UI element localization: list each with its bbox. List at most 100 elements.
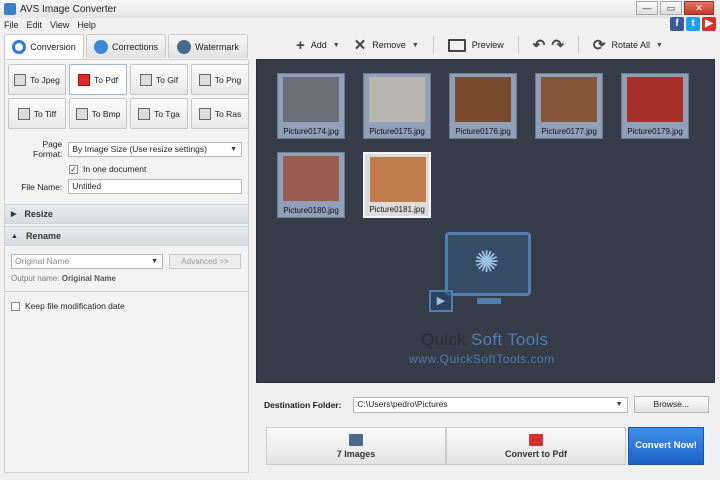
advanced-button[interactable]: Advanced >> [169,254,241,269]
window-controls: — ▭ ✕ [636,1,714,15]
image-thumbnail[interactable]: Picture0179.jpg [621,73,689,139]
rename-section-header[interactable]: ▲ Rename [5,226,248,246]
menu-help[interactable]: Help [77,20,96,30]
chevron-down-icon: ▼ [230,145,237,153]
close-button[interactable]: ✕ [684,1,714,15]
thumbnail-image [369,77,425,122]
format-png-button[interactable]: To Png [191,64,249,95]
thumbnail-caption: Picture0180.jpg [283,206,339,215]
rotate-right-icon[interactable]: ↷ [551,38,564,53]
chevron-down-icon[interactable]: ▼ [412,42,419,49]
tiff-icon [17,107,30,120]
format-gif-button[interactable]: To Gif [130,64,188,95]
image-thumbnail[interactable]: Picture0175.jpg [363,73,431,139]
youtube-icon[interactable]: ▶ [702,17,716,31]
rotate-all-icon: ⟳ [592,36,606,54]
thumbnail-image [455,77,511,122]
thumbnail-image [370,157,426,202]
destination-label: Destination Folder: [264,399,342,410]
settings-panel: To Jpeg To Pdf To Gif To Png To Tiff To … [4,59,249,473]
chevron-down-icon[interactable]: ▼ [333,42,340,49]
remove-icon: ✕ [353,36,367,54]
file-name-input[interactable]: Untitled [68,179,242,194]
pdf-icon [77,73,90,86]
one-document-label: In one document [83,164,147,174]
rename-row: Original Name ▼ Advanced >> [5,254,248,269]
conversion-icon [12,40,27,54]
menu-edit[interactable]: Edit [27,20,43,30]
watermark-name: Quick Soft Tools [421,330,549,349]
thumbnail-image [541,77,597,122]
browse-button[interactable]: Browse... [633,396,709,413]
brain-icon: ✺ [474,246,500,279]
rotate-left-icon[interactable]: ↶ [533,38,546,53]
one-document-checkbox[interactable]: ✓ [69,164,78,174]
add-button[interactable]: + Add ▼ [296,38,340,53]
image-thumbnail[interactable]: Picture0180.jpg [277,152,345,218]
format-bmp-button[interactable]: To Bmp [69,98,127,129]
rotate-all-button[interactable]: ⟳ Rotate All ▼ [593,38,663,53]
rename-select[interactable]: Original Name ▼ [11,254,163,269]
destination-path-select[interactable]: C:\Users\pedro\Pictures ▼ [353,396,628,413]
keep-date-row: Keep file modification date [5,301,248,311]
format-jpeg-button[interactable]: To Jpeg [8,64,66,95]
format-tiff-button[interactable]: To Tiff [8,98,66,129]
main-tabs: Conversion Corrections Watermark [4,34,248,59]
tab-watermark[interactable]: Watermark [168,34,248,58]
thumbnail-caption: Picture0175.jpg [369,127,425,136]
facebook-icon[interactable]: f [670,17,684,31]
format-tga-button[interactable]: To Tga [130,98,188,129]
watermark-logo: ✺ ▶ Quick Soft Tools www.QuickSoftTools.… [407,232,607,372]
toolbar: + Add ▼ ✕ Remove ▼ Preview ↶ ↷ ⟳ Rotate … [296,34,663,56]
image-thumbnail[interactable]: Picture0177.jpg [535,73,603,139]
format-ras-button[interactable]: To Ras [191,98,249,129]
rotate-buttons: ↶ ↷ [533,38,564,53]
plus-icon: + [296,36,305,54]
tab-conversion[interactable]: Conversion [4,34,84,59]
tab-corrections[interactable]: Corrections [86,34,166,58]
divider [5,291,248,292]
chevron-down-icon: ▼ [151,258,158,265]
page-format-select[interactable]: By Image Size (Use resize settings) ▼ [68,141,242,157]
twitter-icon[interactable]: t [686,17,700,31]
chevron-down-icon: ▼ [615,400,623,408]
chevron-down-icon: ▲ [11,232,18,240]
thumbnail-caption: Picture0176.jpg [455,127,511,136]
image-gallery: Picture0174.jpg Picture0175.jpg Picture0… [256,59,715,383]
image-thumbnail-selected[interactable]: Picture0181.jpg [363,152,431,218]
menu-view[interactable]: View [50,20,69,30]
preview-button[interactable]: Preview [447,38,504,52]
remove-button[interactable]: ✕ Remove ▼ [354,38,419,53]
monitor-icon [447,38,466,52]
app-icon [4,3,16,15]
image-thumbnail[interactable]: Picture0174.jpg [277,73,345,139]
monitor-stand [477,298,501,304]
keep-date-checkbox[interactable] [11,301,20,311]
star-icon [93,39,108,54]
resize-section-header[interactable]: ▶ Resize [5,204,248,224]
destination-row: Destination Folder: C:\Users\pedro\Pictu… [256,390,715,413]
one-document-row: ✓ In one document [5,164,248,174]
convert-now-button[interactable]: Convert Now! [628,427,704,465]
jpeg-icon [14,73,27,86]
chevron-down-icon[interactable]: ▼ [656,42,663,49]
toolbar-divider [517,36,519,54]
minimize-button[interactable]: — [636,1,658,15]
thumbnail-caption: Picture0179.jpg [627,127,683,136]
thumbnail-image [283,156,339,201]
toolbar-divider [577,36,579,54]
maximize-button[interactable]: ▭ [660,1,682,15]
bmp-icon [75,107,88,120]
pdf-icon [529,433,543,446]
menu-bar: File Edit View Help [0,18,720,32]
output-name-label: Output name: [11,274,60,283]
file-name-row: File Name: Untitled [5,179,248,194]
monitor-icon: ✺ [445,232,531,296]
output-area: Destination Folder: C:\Users\pedro\Pictu… [256,390,715,474]
png-icon [198,73,211,86]
thumbnail-caption: Picture0174.jpg [283,127,339,136]
title-bar: AVS Image Converter — ▭ ✕ [0,0,720,18]
format-pdf-button[interactable]: To Pdf [69,64,127,95]
menu-file[interactable]: File [4,20,19,30]
image-thumbnail[interactable]: Picture0176.jpg [449,73,517,139]
